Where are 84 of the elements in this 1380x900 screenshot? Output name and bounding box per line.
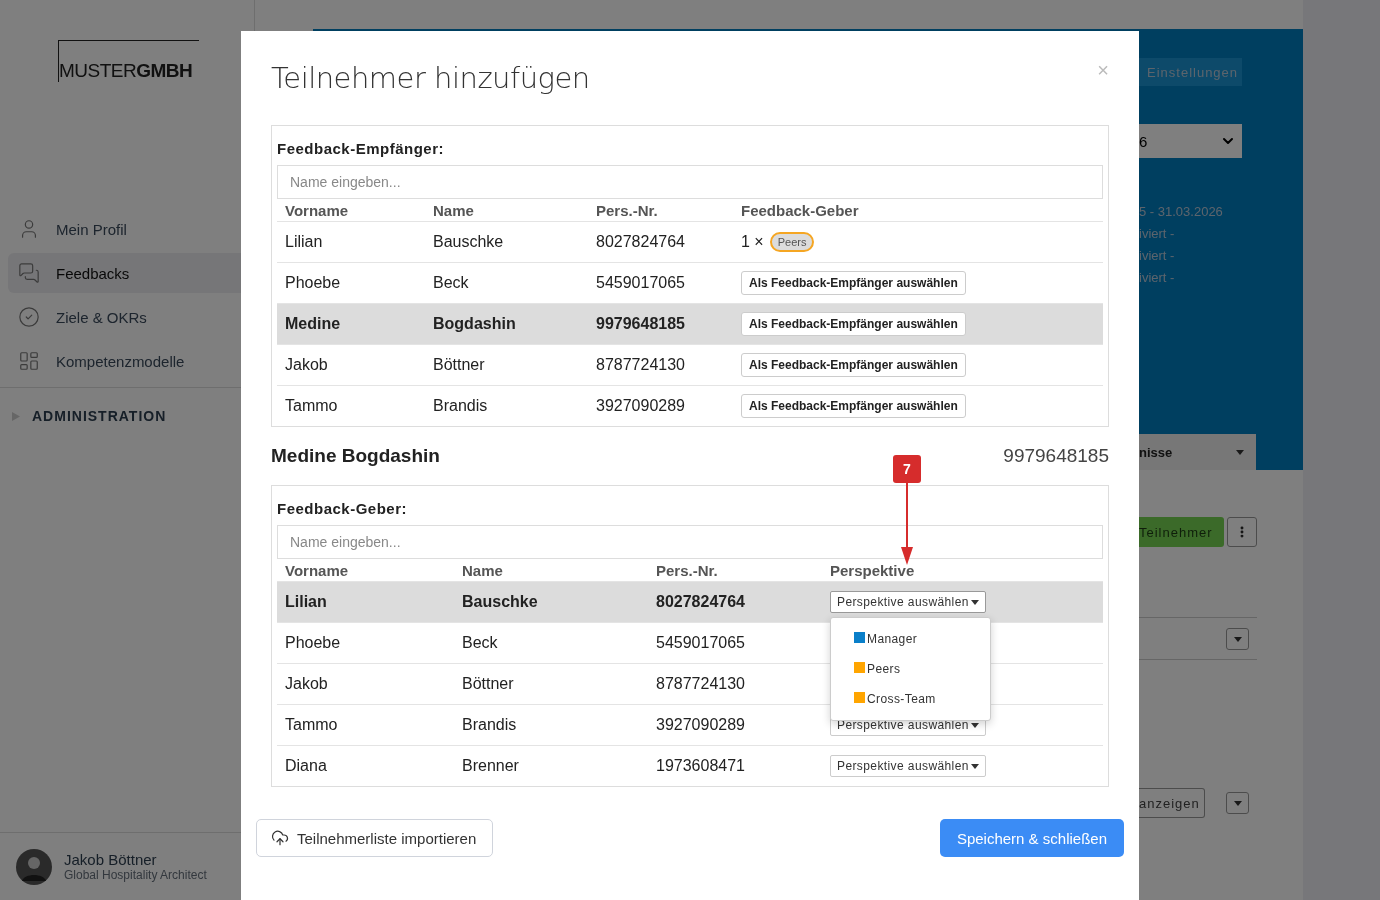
info-text: iviert -	[1139, 270, 1176, 285]
search-field[interactable]: Name eingeben...	[277, 165, 1103, 199]
avatar	[16, 848, 52, 885]
nav-item[interactable]: Mein Profil	[8, 209, 254, 249]
column-header: Pers.-Nr.	[596, 201, 659, 219]
select-recipient-button[interactable]: Als Feedback-Empfänger auswählen	[741, 394, 966, 418]
nav-item[interactable]: Ziele & OKRs	[8, 297, 254, 337]
table-cell-text: Medine	[285, 315, 342, 333]
table-cell-text: Bogdashin	[433, 315, 517, 333]
table-cell-text: Beck	[433, 274, 470, 292]
table-row[interactable]: Tammo Brandis 3927090289 Perspektive auswählen	[277, 704, 1103, 745]
caret-icon	[1233, 636, 1242, 642]
table-row[interactable]: Jakob Böttner 8787724130 Als Feedback-Empfänger auswählen	[277, 344, 1103, 385]
giver-count: 1 ×	[741, 233, 764, 251]
dropdown-button[interactable]	[1226, 628, 1249, 650]
table-cell-text: Bauschke	[433, 233, 505, 251]
table-cell-text: Jakob	[285, 356, 329, 374]
select-recipient-button[interactable]: Als Feedback-Empfänger auswählen	[741, 312, 966, 336]
caret-icon	[970, 763, 979, 769]
table-row[interactable]: Diana Brenner 1973608471 Perspektive auswählen	[277, 745, 1103, 786]
info-text: iviert -	[1139, 226, 1176, 241]
menu-item[interactable]: Manager	[831, 624, 990, 654]
selected-recipient-name: Medine Bogdashin	[271, 445, 440, 467]
table-cell-text: Phoebe	[285, 634, 342, 652]
column-header: Vorname	[285, 561, 350, 579]
table-row[interactable]: Lilian Bauschke 8027824764 1 × Peers	[277, 221, 1103, 262]
caret-icon	[1233, 800, 1242, 806]
table-cell-text: 1973608471	[656, 757, 746, 775]
user-role: Global Hospitality Architect	[64, 868, 207, 882]
info-text: iviert -	[1139, 248, 1176, 263]
caret-icon	[1236, 449, 1244, 455]
table-cell-text: 8787724130	[596, 356, 686, 374]
table-cell-text: 3927090289	[596, 397, 686, 415]
chat-bubbles-icon	[18, 262, 40, 284]
table-cell-text: Beck	[462, 634, 499, 652]
table-cell-text: Böttner	[433, 356, 486, 374]
column-header: Vorname	[285, 201, 350, 219]
table-cell-text: Jakob	[285, 675, 329, 693]
selected-table-row[interactable]: Medine Bogdashin 9979648185 Als Feedback-Empfänger auswählen	[277, 303, 1103, 344]
table-cell-text: Lilian	[285, 593, 328, 611]
perspective-tag: Peers	[769, 232, 815, 252]
check-circle-icon	[18, 306, 40, 328]
selected-recipient-number: 9979648185	[1003, 445, 1109, 467]
dropdown-button[interactable]	[1226, 792, 1249, 814]
table-cell-text: Brenner	[462, 757, 520, 775]
search-field[interactable]: Name eingeben...	[277, 525, 1103, 559]
layout-icon	[18, 350, 40, 372]
perspective-dropdown[interactable]: Perspektive auswählen	[830, 591, 986, 613]
table-cell-text: 5459017065	[596, 274, 686, 292]
dialog-title: Teilnehmer hinzufügen	[271, 61, 590, 95]
select-recipient-button[interactable]: Als Feedback-Empfänger auswählen	[741, 271, 966, 295]
annotation-badge: 7	[893, 455, 921, 483]
column-header: Perspektive	[830, 561, 916, 579]
table-cell-text: Brandis	[433, 397, 489, 415]
nav-item[interactable]: Kompetenzmodelle	[8, 341, 254, 381]
column-header: Name	[462, 561, 504, 579]
company-logo: MUSTERGMBH	[58, 40, 199, 82]
panel-label: Feedback-Empfänger:	[277, 140, 446, 157]
info-text: 5 - 31.03.2026	[1139, 204, 1224, 219]
user-name: Jakob Böttner	[64, 851, 158, 868]
panel-label: Feedback-Geber:	[277, 500, 409, 517]
table-cell-text: Böttner	[462, 675, 515, 693]
table-cell-text: 8027824764	[656, 593, 746, 611]
column-header: Feedback-Geber	[741, 201, 860, 219]
caret-icon	[970, 599, 979, 605]
section-label[interactable]: ADMINISTRATION	[32, 408, 167, 424]
table-cell-text: 5459017065	[656, 634, 746, 652]
table-cell-text: 8027824764	[596, 233, 686, 251]
table-cell-text: 9979648185	[596, 315, 686, 333]
period-select[interactable]: 6	[1139, 124, 1242, 158]
table-row[interactable]: Tammo Brandis 3927090289 Als Feedback-Empfänger auswählen	[277, 385, 1103, 426]
column-header: Name	[433, 201, 475, 219]
cloud-upload-icon	[271, 829, 289, 847]
table-cell-text: Diana	[285, 757, 328, 775]
column-header: Pers.-Nr.	[656, 561, 719, 579]
perspective-dropdown[interactable]: Perspektive auswählen	[830, 755, 986, 777]
table-cell-text: Tammo	[285, 397, 339, 415]
table-cell-text: Lilian	[285, 233, 324, 251]
table-cell-text: Bauschke	[462, 593, 539, 611]
table-cell-text: Phoebe	[285, 274, 342, 292]
results-tab[interactable]: nisse	[1139, 434, 1256, 470]
select-recipient-button[interactable]: Als Feedback-Empfänger auswählen	[741, 353, 966, 377]
table-cell-text: 8787724130	[656, 675, 746, 693]
import-button[interactable]: Teilnehmerliste importieren	[256, 819, 494, 857]
